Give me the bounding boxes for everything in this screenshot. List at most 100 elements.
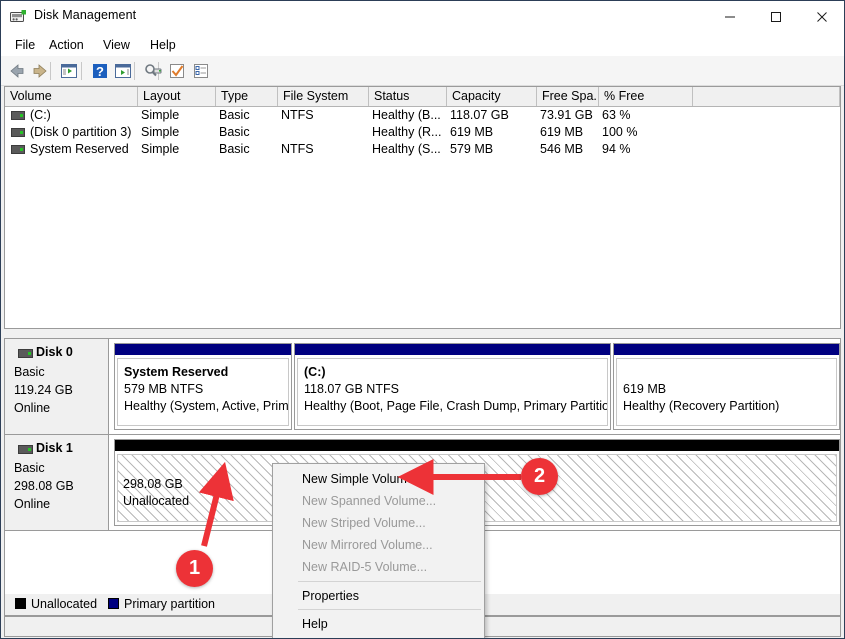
legend-swatch-primary-partition xyxy=(108,598,119,609)
cell-capacity: 619 MB xyxy=(450,125,494,139)
partition-details: System Reserved 579 MB NTFS Healthy (Syste… xyxy=(117,358,289,426)
menu-separator xyxy=(298,609,481,610)
volume-icon xyxy=(11,128,25,137)
disk-row-disk-0: Disk 0 Basic 119.24 GB Online System Reserve… xyxy=(5,339,840,435)
menu-bar: File Action View Help xyxy=(1,33,844,56)
cell-volume: (C:) xyxy=(30,108,51,122)
show-hide-tree-icon[interactable] xyxy=(59,61,79,81)
table-row[interactable]: System Reserved Simple Basic NTFS Healthy (S… xyxy=(5,141,840,158)
cell-status: Healthy (S... xyxy=(372,142,441,156)
cell-free_space: 73.91 GB xyxy=(540,108,593,122)
disk-type: Basic xyxy=(14,365,45,379)
annotation-badge-1: 1 xyxy=(176,550,213,587)
partition-block[interactable]: System Reserved 579 MB NTFS Healthy (Syste… xyxy=(114,343,292,430)
menu-item-new-striped-volume: New Striped Volume... xyxy=(302,516,426,530)
menu-item-file[interactable]: File xyxy=(9,36,41,54)
pane-splitter[interactable] xyxy=(4,331,841,337)
disk-management-window: Disk Management File Action View Help ? Vol… xyxy=(0,0,845,639)
partition-color-bar xyxy=(115,344,291,355)
volume-list-header: Volume Layout Type File System Status Capacit… xyxy=(5,87,840,107)
svg-text:?: ? xyxy=(96,64,104,79)
legend-label-primary-partition: Primary partition xyxy=(124,597,215,611)
forward-icon[interactable] xyxy=(30,61,50,81)
disk-size: 298.08 GB xyxy=(14,479,74,493)
cell-type: Basic xyxy=(219,108,250,122)
toolbar-separator xyxy=(81,62,82,80)
cell-capacity: 118.07 GB xyxy=(450,108,509,122)
partition-status: Healthy (Recovery Partition) xyxy=(623,399,780,413)
partition-color-bar xyxy=(295,344,610,355)
column-header-type[interactable]: Type xyxy=(216,87,278,106)
cell-free_space: 619 MB xyxy=(540,125,584,139)
checkmark-icon[interactable] xyxy=(167,61,187,81)
cell-capacity: 579 MB xyxy=(450,142,494,156)
toolbar: ? xyxy=(1,56,844,86)
column-header-blank[interactable] xyxy=(693,87,840,106)
partition-status: Healthy (Boot, Page File, Crash Dump, Pr… xyxy=(304,399,608,413)
menu-item-help[interactable]: Help xyxy=(273,613,484,635)
menu-item-view[interactable]: View xyxy=(97,36,136,54)
disk-size: 119.24 GB xyxy=(14,383,73,397)
menu-item-new-simple-volume[interactable]: New Simple Volume... xyxy=(273,468,484,490)
disk-name: Disk 0 xyxy=(36,345,73,359)
cell-layout: Simple xyxy=(141,142,180,156)
column-header-status[interactable]: Status xyxy=(369,87,447,106)
volume-list-panel: Volume Layout Type File System Status Capacit… xyxy=(4,86,841,329)
rescan-disks-icon[interactable] xyxy=(143,61,163,81)
cell-file_system: NTFS xyxy=(281,142,314,156)
partition-status: Healthy (System, Active, Prima xyxy=(124,399,289,413)
column-header-capacity[interactable]: Capacity xyxy=(447,87,537,106)
disk-info-panel: Disk 1 Basic 298.08 GB Online xyxy=(5,435,109,531)
close-button[interactable] xyxy=(799,1,844,32)
cell-type: Basic xyxy=(219,142,250,156)
toolbar-separator xyxy=(50,62,51,80)
help-icon[interactable]: ? xyxy=(90,61,110,81)
table-row[interactable]: (C:) Simple Basic NTFS Healthy (B... 118.07 G… xyxy=(5,107,840,124)
partition-details: 619 MB Healthy (Recovery Partition) xyxy=(616,358,837,426)
menu-item-help[interactable]: Help xyxy=(144,36,182,54)
cell-volume: (Disk 0 partition 3) xyxy=(30,125,132,139)
cell-status: Healthy (B... xyxy=(372,108,441,122)
back-icon[interactable] xyxy=(7,61,27,81)
partition-block[interactable]: (C:) 118.07 GB NTFS Healthy (Boot, Page Fi… xyxy=(294,343,611,430)
cell-free_space: 546 MB xyxy=(540,142,584,156)
all-tasks-icon[interactable] xyxy=(191,61,211,81)
menu-item-new-spanned-volume: New Spanned Volume... xyxy=(302,494,437,508)
window-title: Disk Management xyxy=(34,8,137,22)
table-row[interactable]: (Disk 0 partition 3) Simple Basic Healthy (… xyxy=(5,124,840,141)
cell-file_system: NTFS xyxy=(281,108,314,122)
context-menu[interactable]: New Simple Volume... New Spanned Volume..… xyxy=(272,463,485,638)
column-header-free-spa[interactable]: Free Spa... xyxy=(537,87,599,106)
partition-label: (C:) xyxy=(304,365,326,379)
partition-block[interactable]: 619 MB Healthy (Recovery Partition) xyxy=(613,343,840,430)
menu-item-action[interactable]: Action xyxy=(43,36,90,54)
maximize-button[interactable] xyxy=(753,1,799,32)
column-header--free[interactable]: % Free xyxy=(599,87,693,106)
disk-management-icon xyxy=(10,9,27,24)
partition-label: System Reserved xyxy=(124,365,229,379)
partition-color-bar xyxy=(115,440,839,451)
menu-separator xyxy=(298,581,481,582)
column-header-layout[interactable]: Layout xyxy=(138,87,216,106)
partition-size: 619 MB xyxy=(623,382,667,396)
column-header-volume[interactable]: Volume xyxy=(5,87,138,106)
partition-details: (C:) 118.07 GB NTFS Healthy (Boot, Page Fi… xyxy=(297,358,608,426)
volume-icon xyxy=(11,111,25,120)
cell-percent_free: 63 % xyxy=(602,108,631,122)
column-header-file-system[interactable]: File System xyxy=(278,87,369,106)
cell-layout: Simple xyxy=(141,108,180,122)
unallocated-status: Unallocated xyxy=(123,494,190,508)
disk-partitions: System Reserved 579 MB NTFS Healthy (Syste… xyxy=(109,339,840,435)
properties-icon[interactable] xyxy=(113,61,133,81)
cell-status: Healthy (R... xyxy=(372,125,442,139)
partition-size: 579 MB NTFS xyxy=(124,382,204,396)
menu-item-properties[interactable]: Properties xyxy=(273,585,484,607)
disk-icon xyxy=(18,349,33,358)
volume-icon xyxy=(11,145,25,154)
cell-type: Basic xyxy=(219,125,250,139)
disk-type: Basic xyxy=(14,461,45,475)
minimize-button[interactable] xyxy=(707,1,753,32)
disk-info-panel: Disk 0 Basic 119.24 GB Online xyxy=(5,339,109,435)
disk-state: Online xyxy=(14,497,51,511)
menu-item-new-mirrored-volume: New Mirrored Volume... xyxy=(302,538,433,552)
